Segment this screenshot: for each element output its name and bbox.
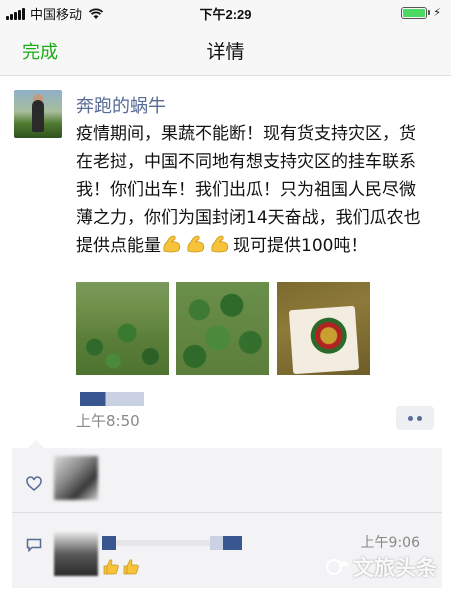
commenter-avatar[interactable] [54,532,98,576]
more-options-button[interactable] [396,406,434,430]
watermark: 文旅头条 [325,552,437,582]
watermelon-closeup-photo[interactable] [176,282,269,375]
flexed-biceps-emoji-group [161,233,233,256]
panel-divider [12,512,442,513]
status-time: 下午2:29 [199,7,252,22]
watermelon-label-photo[interactable] [277,282,370,375]
flexed-biceps-emoji [209,233,231,255]
watermelon-field-photo[interactable] [76,282,169,375]
comment-icon [26,538,42,552]
watermark-logo-icon [326,559,349,575]
status-bar: 中国移动 下午2:29 ⚡ [0,0,451,24]
post-body-tail: 现可提供100吨！ [233,236,368,256]
more-dot-icon [417,415,422,421]
redacted-comment-text [210,536,242,550]
redacted-comment-text [116,540,210,546]
comment-time: 上午9:06 [360,535,420,551]
redacted-commenter-name [102,536,116,550]
heart-icon [26,476,42,491]
post-author-name[interactable]: 奔跑的蜗牛 [76,92,166,118]
charging-icon: ⚡ [433,7,441,19]
liker-avatar[interactable] [54,456,98,500]
author-avatar[interactable] [14,90,62,138]
more-dot-icon [408,415,413,421]
thumbs-up-emoji [102,558,120,576]
watermark-text: 文旅头条 [353,556,437,580]
post-text: 疫情期间，果蔬不能断！现有货支持灾区，货在老挝，中国不同地有想支持灾区的挂车联系… [76,120,432,260]
post-time: 上午8:50 [76,412,140,430]
battery-fill [403,8,426,17]
flexed-biceps-emoji [161,233,183,255]
nav-bar: 完成 详情 [0,24,451,76]
battery-icon: ⚡ [401,6,441,19]
redacted-location [80,392,144,406]
page-title: 详情 [206,41,245,63]
flexed-biceps-emoji [185,233,207,255]
thumbs-up-emoji-group [102,558,142,576]
thumbs-up-emoji [122,558,140,576]
